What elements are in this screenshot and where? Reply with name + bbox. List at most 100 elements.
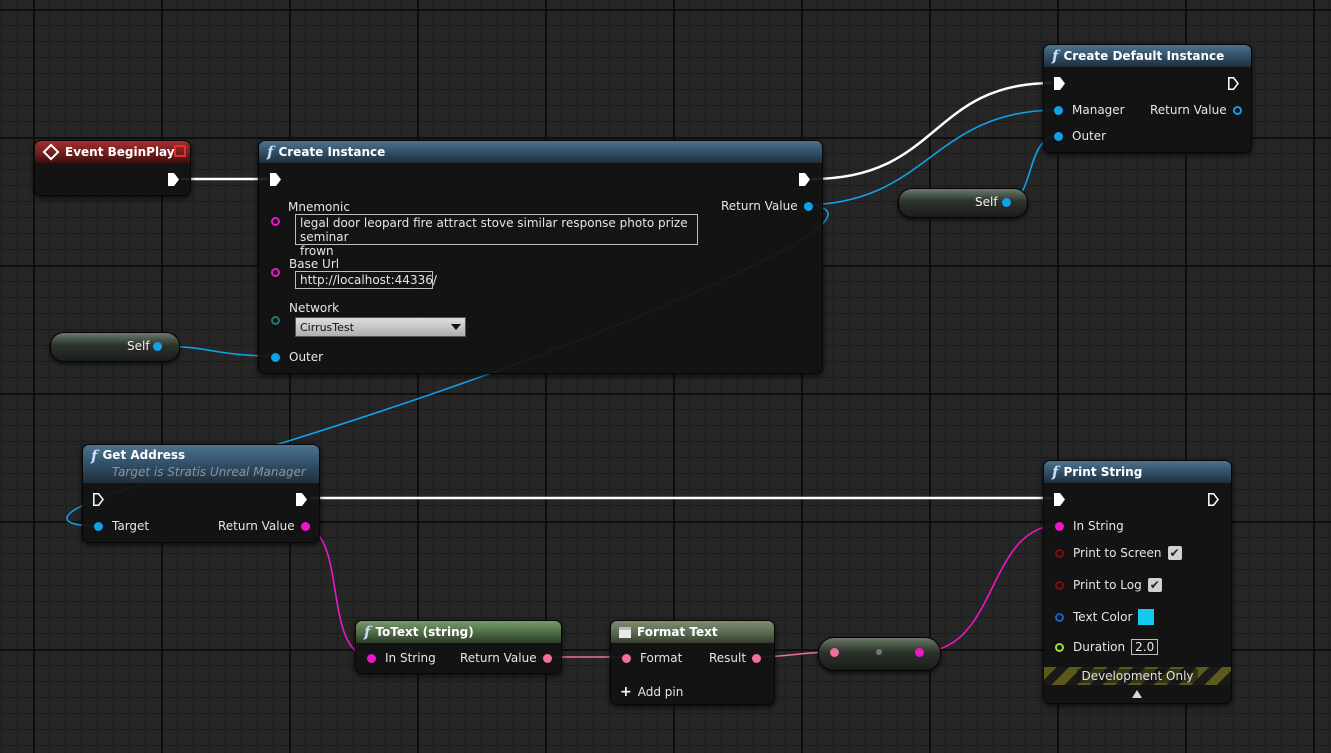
print-to-log-row: Print to Log ✔ — [1055, 578, 1162, 592]
reroute-in-pin[interactable] — [830, 648, 839, 657]
target-label: Target — [112, 519, 150, 533]
base-url-label: Base Url — [289, 257, 340, 271]
outer-label: Outer — [1072, 129, 1107, 143]
exec-out-pin[interactable] — [168, 173, 179, 186]
print-to-screen-pin[interactable] — [1055, 548, 1064, 558]
create-default-instance-node[interactable]: f Create Default Instance Manager Return… — [1043, 44, 1252, 153]
target-pin[interactable] — [94, 521, 103, 531]
network-dropdown[interactable]: CirrusTest — [295, 317, 466, 337]
exec-out-pin[interactable] — [1208, 493, 1219, 506]
exec-in-pin[interactable] — [1054, 493, 1065, 506]
return-value-pin[interactable] — [1232, 105, 1242, 115]
function-icon: f — [1052, 47, 1059, 65]
print-to-log-pin[interactable] — [1055, 580, 1064, 590]
get-address-node[interactable]: f Get Address Target is Stratis Unreal M… — [82, 444, 320, 543]
network-label-row: Network — [289, 301, 339, 315]
base-url-input[interactable]: http://localhost:44336/ — [295, 271, 437, 289]
format-text-icon — [619, 626, 631, 638]
format-pin[interactable] — [622, 653, 631, 663]
return-value-pin[interactable] — [300, 521, 310, 531]
print-string-node[interactable]: f Print String In String Print to Screen… — [1043, 460, 1232, 704]
reroute-center-dot — [876, 649, 882, 655]
exec-out-pin[interactable] — [1228, 77, 1239, 90]
expand-arrow-icon[interactable] — [1132, 690, 1142, 698]
format-text-header[interactable]: Format Text — [611, 621, 774, 643]
outer-pin[interactable] — [271, 352, 280, 362]
totext-string-node[interactable]: f ToText (string) In String Return Value — [355, 620, 562, 674]
exec-out-pin[interactable] — [799, 173, 810, 186]
print-string-title: Print String — [1063, 465, 1143, 479]
manager-pin[interactable] — [1054, 105, 1063, 115]
outer-pin-row: Outer — [1054, 129, 1106, 143]
event-beginplay-title: Event BeginPlay — [65, 145, 175, 159]
text-color-row: Text Color — [1055, 609, 1155, 625]
development-only-bar: Development Only — [1044, 667, 1231, 685]
return-value-label: Return Value — [460, 651, 537, 665]
development-only-label: Development Only — [1077, 669, 1198, 683]
delegate-pin-icon[interactable] — [174, 145, 186, 157]
event-beginplay-header[interactable]: Event BeginPlay — [35, 141, 190, 163]
in-string-pin[interactable] — [367, 653, 376, 663]
text-color-swatch[interactable] — [1138, 609, 1155, 625]
format-text-title: Format Text — [637, 625, 718, 639]
event-beginplay-node[interactable]: Event BeginPlay — [34, 140, 191, 196]
create-default-instance-header[interactable]: f Create Default Instance — [1044, 45, 1251, 67]
exec-wire-createinstance-to-createdefault — [811, 81, 1053, 181]
duration-input[interactable]: 2.0 — [1131, 639, 1159, 655]
duration-row: Duration 2.0 — [1055, 639, 1159, 655]
totext-header[interactable]: f ToText (string) — [356, 621, 561, 643]
self-out-pin-top[interactable] — [1002, 198, 1011, 207]
return-value-label: Return Value — [721, 199, 798, 213]
outer-pin[interactable] — [1054, 131, 1063, 141]
self-out-pin-left[interactable] — [153, 342, 162, 351]
add-pin-label: Add pin — [637, 685, 684, 699]
result-label: Result — [709, 651, 747, 665]
print-to-screen-checkbox[interactable]: ✔ — [1167, 546, 1182, 560]
format-pin-row: Format — [622, 651, 682, 665]
return-value-row: Return Value — [721, 199, 813, 213]
exec-out-pin[interactable] — [296, 493, 307, 506]
reroute-out-pin[interactable] — [915, 648, 924, 657]
in-string-pin[interactable] — [1055, 521, 1064, 531]
in-string-pin-row: In String — [367, 651, 436, 665]
result-pin[interactable] — [752, 653, 762, 663]
create-instance-header[interactable]: f Create Instance — [259, 141, 822, 163]
mnemonic-input[interactable]: legal door leopard fire attract stove si… — [295, 214, 698, 258]
mnemonic-pin[interactable] — [271, 217, 280, 226]
return-value-label: Return Value — [1150, 103, 1227, 117]
print-to-screen-label: Print to Screen — [1073, 546, 1162, 560]
event-diamond-icon — [42, 143, 60, 161]
duration-pin[interactable] — [1055, 642, 1064, 652]
format-text-node[interactable]: Format Text Format Result + Add pin — [610, 620, 775, 705]
function-icon: f — [91, 447, 98, 465]
get-address-title: Get Address — [102, 448, 186, 462]
self-label-left: Self — [127, 339, 150, 353]
chevron-down-icon — [451, 324, 461, 330]
return-value-row: Return Value — [460, 651, 552, 665]
return-value-pin[interactable] — [803, 201, 813, 211]
base-url-pin[interactable] — [271, 268, 280, 277]
function-icon: f — [1052, 463, 1059, 481]
duration-value: 2.0 — [1135, 640, 1155, 654]
add-pin-button[interactable]: + Add pin — [620, 684, 683, 700]
exec-in-pin[interactable] — [1054, 77, 1065, 90]
outer-pin-row: Outer — [271, 350, 323, 364]
return-value-row: Return Value — [218, 519, 310, 533]
string-wire-reroute-to-printstring — [919, 524, 1061, 653]
plus-icon: + — [620, 684, 632, 700]
return-value-label: Return Value — [218, 519, 295, 533]
function-icon: f — [364, 623, 371, 641]
mnemonic-value-line2: frown — [300, 244, 334, 258]
print-to-log-checkbox[interactable]: ✔ — [1147, 578, 1162, 592]
return-value-pin[interactable] — [542, 653, 552, 663]
exec-in-pin[interactable] — [93, 493, 104, 506]
network-pin[interactable] — [271, 316, 280, 325]
print-to-log-label: Print to Log — [1073, 578, 1142, 592]
print-string-header[interactable]: f Print String — [1044, 461, 1231, 483]
text-color-pin[interactable] — [1055, 612, 1064, 622]
exec-in-pin[interactable] — [270, 173, 281, 186]
create-default-instance-title: Create Default Instance — [1063, 49, 1225, 63]
create-instance-node[interactable]: f Create Instance Mnemonic legal door le… — [258, 140, 823, 374]
target-pin-row: Target — [94, 519, 149, 533]
network-value: CirrusTest — [300, 320, 354, 334]
